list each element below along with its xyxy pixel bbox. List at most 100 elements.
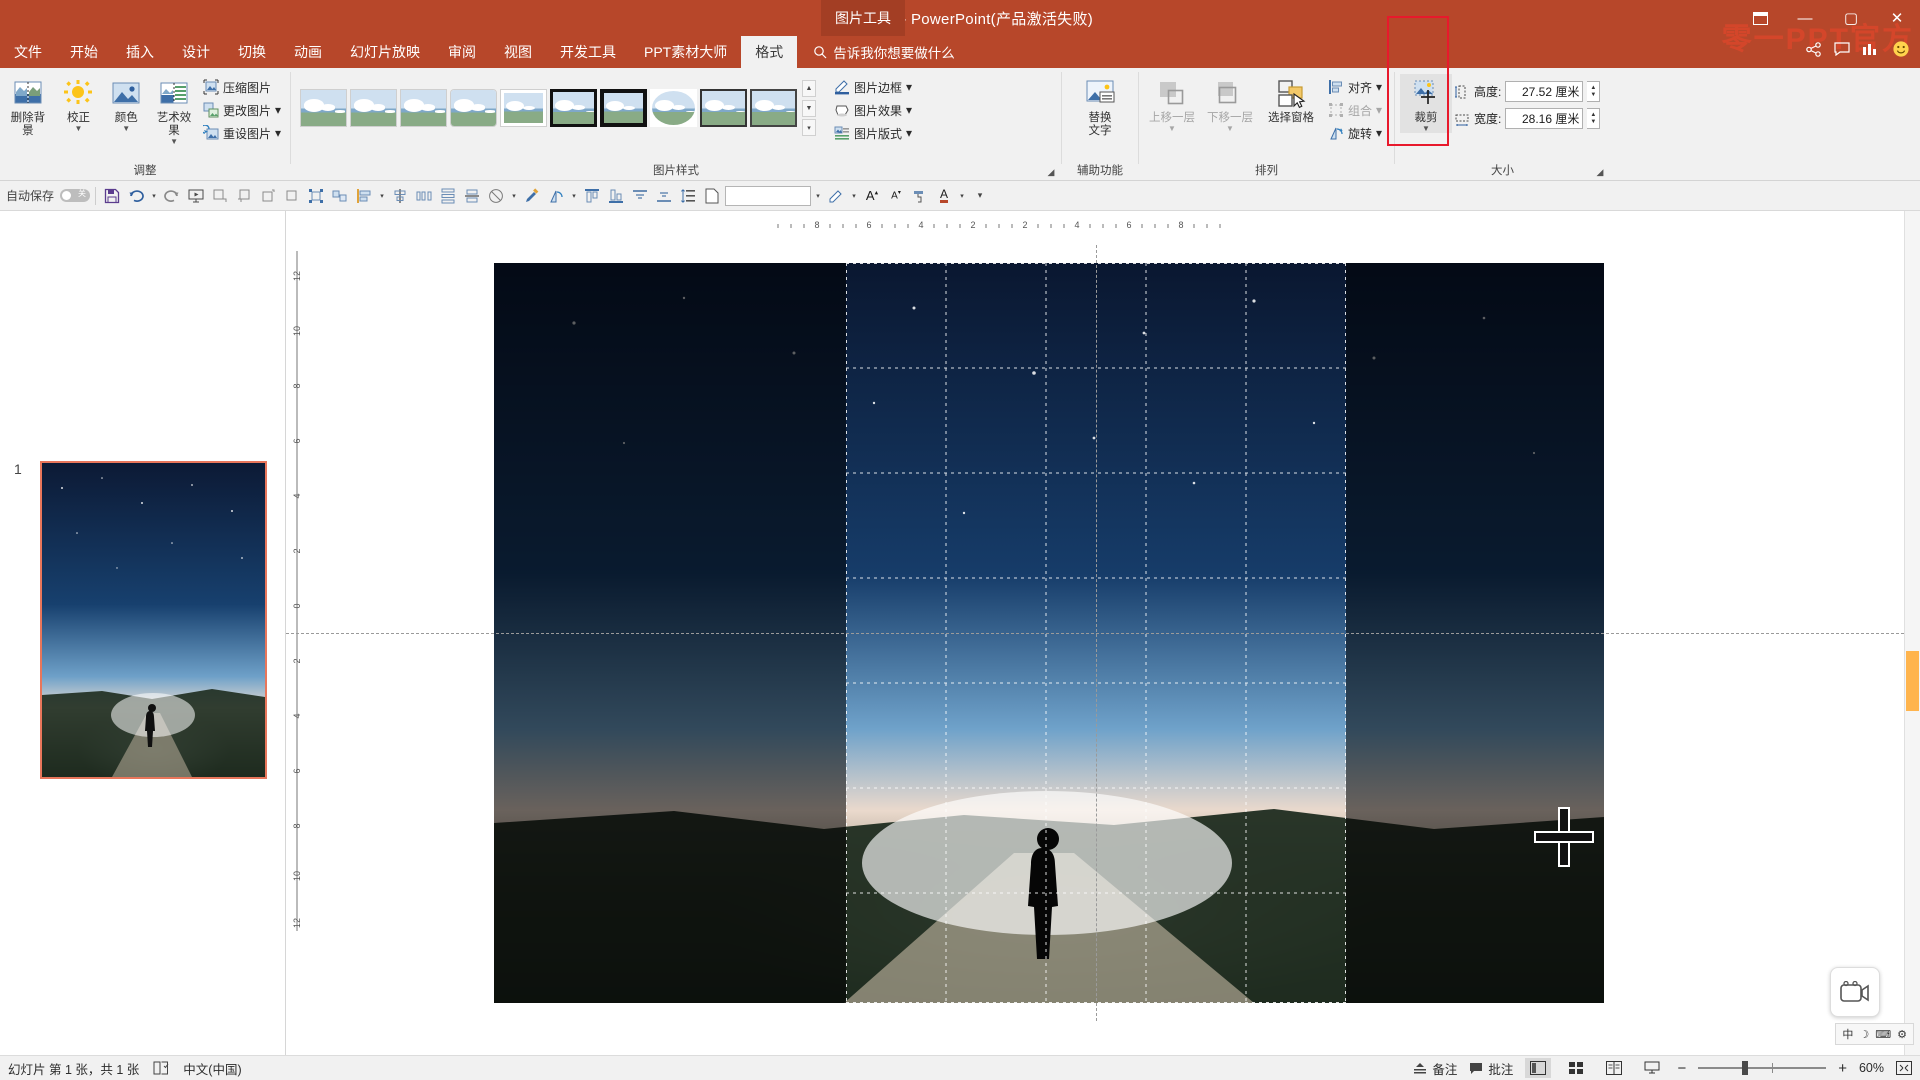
distribute-h-icon[interactable] bbox=[413, 185, 435, 207]
picture-style-2[interactable] bbox=[400, 89, 447, 127]
picture-style-5[interactable] bbox=[550, 89, 597, 127]
moon-icon[interactable]: ☽ bbox=[1859, 1028, 1869, 1041]
start-slideshow-icon[interactable] bbox=[185, 185, 207, 207]
picture-style-6[interactable] bbox=[600, 89, 647, 127]
chevron-down-icon[interactable]: ▾ bbox=[275, 126, 281, 140]
crop-button[interactable]: 裁剪 ▼ bbox=[1400, 74, 1452, 133]
corrections-button[interactable]: 校正 ▼ bbox=[56, 74, 102, 133]
decrease-font-size-icon[interactable]: A▾ bbox=[885, 185, 907, 207]
group-button[interactable]: 组合 ▾ bbox=[1324, 99, 1386, 121]
distribute-v-icon[interactable] bbox=[437, 185, 459, 207]
picture-layout-button[interactable]: 图片版式 ▾ bbox=[830, 122, 916, 144]
picture-effects-button[interactable]: 图片效果 ▾ bbox=[830, 99, 916, 121]
undo-dropdown-icon[interactable]: ▾ bbox=[149, 185, 159, 207]
horizontal-ruler[interactable]: 8 6 4 2 2 4 6 8 bbox=[286, 215, 1920, 235]
group-objects-icon[interactable] bbox=[305, 185, 327, 207]
picture-style-3[interactable] bbox=[450, 89, 497, 127]
vertical-ruler[interactable]: 12 10 8 6 4 2 0 2 4 6 8 10 12 bbox=[291, 241, 309, 1035]
shape-outline-dropdown-icon[interactable]: ▾ bbox=[849, 185, 859, 207]
slide-canvas[interactable] bbox=[286, 245, 1904, 1021]
ime-mode-label[interactable]: 中 bbox=[1842, 1026, 1853, 1042]
slide-sorter-button[interactable] bbox=[1563, 1058, 1589, 1078]
height-input[interactable]: 27.52 厘米 bbox=[1505, 81, 1584, 102]
color-button[interactable]: 颜色 ▼ bbox=[103, 74, 149, 133]
rotate-button[interactable]: 旋转 ▾ bbox=[1324, 122, 1386, 144]
align-center-h-icon[interactable] bbox=[389, 185, 411, 207]
reset-picture-button[interactable]: 重设图片 ▾ bbox=[199, 122, 285, 144]
save-icon[interactable] bbox=[101, 185, 123, 207]
close-button[interactable]: ✕ bbox=[1874, 0, 1920, 36]
reading-view-button[interactable] bbox=[1601, 1058, 1627, 1078]
qat-more-icon[interactable]: ▾ bbox=[969, 185, 991, 207]
autosave-toggle[interactable]: 关 bbox=[60, 189, 91, 202]
slide-editor[interactable]: 864 224 68 12 10 8 6 4 2 0 2 4 6 8 10 12… bbox=[286, 211, 1920, 1055]
vertical-scrollbar[interactable] bbox=[1904, 211, 1920, 1055]
tab-animations[interactable]: 动画 bbox=[280, 36, 336, 68]
font-color-dropdown-icon[interactable]: ▾ bbox=[957, 185, 967, 207]
chevron-down-icon[interactable]: ▼ bbox=[1168, 125, 1176, 133]
emoji-icon[interactable] bbox=[1892, 40, 1910, 58]
tab-slideshow[interactable]: 幻灯片放映 bbox=[336, 36, 434, 68]
distribute-top-icon[interactable] bbox=[629, 185, 651, 207]
accessibility-icon[interactable] bbox=[153, 1061, 169, 1075]
shape-outline-icon[interactable] bbox=[825, 185, 847, 207]
tab-ppt-material-master[interactable]: PPT素材大师 bbox=[630, 36, 741, 68]
bring-forward-button[interactable]: 上移一层 ▼ bbox=[1144, 74, 1200, 133]
ime-status-tray[interactable]: 中 ☽ ⌨ ⚙ bbox=[1835, 1023, 1914, 1045]
align-bottom-icon[interactable] bbox=[605, 185, 627, 207]
zoom-slider[interactable] bbox=[1698, 1061, 1827, 1075]
slide-count-label[interactable]: 幻灯片 第 1 张，共 1 张 bbox=[8, 1059, 139, 1078]
zoom-slider-handle[interactable] bbox=[1742, 1061, 1749, 1075]
compress-picture-button[interactable]: 压缩图片 bbox=[199, 76, 285, 98]
alt-text-button[interactable]: 替换 文字 bbox=[1072, 74, 1128, 138]
chevron-down-icon[interactable]: ▼ bbox=[1422, 125, 1430, 133]
gallery-more-icon[interactable]: ▾ bbox=[802, 119, 816, 136]
ribbon-display-options-icon[interactable] bbox=[1740, 0, 1780, 36]
tab-transitions[interactable]: 切换 bbox=[224, 36, 280, 68]
zoom-level-label[interactable]: 60% bbox=[1859, 1061, 1884, 1075]
increase-font-size-icon[interactable]: A▴ bbox=[861, 185, 883, 207]
picture-style-4[interactable] bbox=[500, 89, 547, 127]
distribute-bottom-icon[interactable] bbox=[653, 185, 675, 207]
scrollbar-thumb[interactable] bbox=[1906, 651, 1919, 711]
align-dropdown-icon[interactable]: ▾ bbox=[377, 185, 387, 207]
remove-background-button[interactable]: 删除背景 bbox=[5, 74, 51, 138]
gallery-scroll-up-icon[interactable]: ▲ bbox=[802, 80, 816, 97]
style-combo[interactable] bbox=[725, 185, 812, 206]
align-top-icon[interactable] bbox=[581, 185, 603, 207]
shape-fill-icon[interactable] bbox=[485, 185, 507, 207]
redo-icon[interactable] bbox=[161, 185, 183, 207]
format-painter-icon[interactable] bbox=[909, 185, 931, 207]
chevron-down-icon[interactable]: ▼ bbox=[122, 125, 130, 133]
style-combo-dropdown-icon[interactable]: ▾ bbox=[813, 185, 823, 207]
width-input[interactable]: 28.16 厘米 bbox=[1505, 108, 1584, 129]
fit-slide-button[interactable] bbox=[1896, 1061, 1912, 1075]
picture-border-button[interactable]: 图片边框 ▾ bbox=[830, 76, 916, 98]
chevron-down-icon[interactable]: ▾ bbox=[275, 103, 281, 117]
notes-button[interactable]: 备注 bbox=[1413, 1059, 1457, 1078]
rotate-dropdown-icon[interactable]: ▾ bbox=[569, 185, 579, 207]
shape-3-icon[interactable] bbox=[257, 185, 279, 207]
align-middle-icon[interactable] bbox=[461, 185, 483, 207]
picture-style-1[interactable] bbox=[350, 89, 397, 127]
chevron-down-icon[interactable]: ▼ bbox=[1226, 125, 1234, 133]
picture-style-9[interactable] bbox=[750, 89, 797, 127]
font-color-icon[interactable]: A bbox=[933, 185, 955, 207]
height-stepper[interactable]: ▲ ▼ bbox=[1587, 81, 1601, 102]
slideshow-view-button[interactable] bbox=[1639, 1058, 1665, 1078]
gallery-scroll-controls[interactable]: ▲ ▼ ▾ bbox=[802, 80, 816, 136]
change-picture-button[interactable]: 更改图片 ▾ bbox=[199, 99, 285, 121]
eyedropper-icon[interactable] bbox=[521, 185, 543, 207]
tab-insert[interactable]: 插入 bbox=[112, 36, 168, 68]
tab-format[interactable]: 格式 bbox=[741, 36, 798, 68]
chevron-down-icon[interactable]: ▾ bbox=[1376, 126, 1382, 140]
share-icon[interactable] bbox=[1806, 41, 1822, 57]
line-spacing-icon[interactable] bbox=[677, 185, 699, 207]
undo-icon[interactable] bbox=[125, 185, 147, 207]
chevron-down-icon[interactable]: ▾ bbox=[906, 103, 912, 117]
tab-file[interactable]: 文件 bbox=[0, 36, 56, 68]
new-slide-icon[interactable] bbox=[701, 185, 723, 207]
gallery-scroll-down-icon[interactable]: ▼ bbox=[802, 99, 816, 117]
zoom-out-button[interactable]: − bbox=[1677, 1060, 1686, 1077]
slide-thumbnail-1[interactable] bbox=[40, 461, 267, 779]
